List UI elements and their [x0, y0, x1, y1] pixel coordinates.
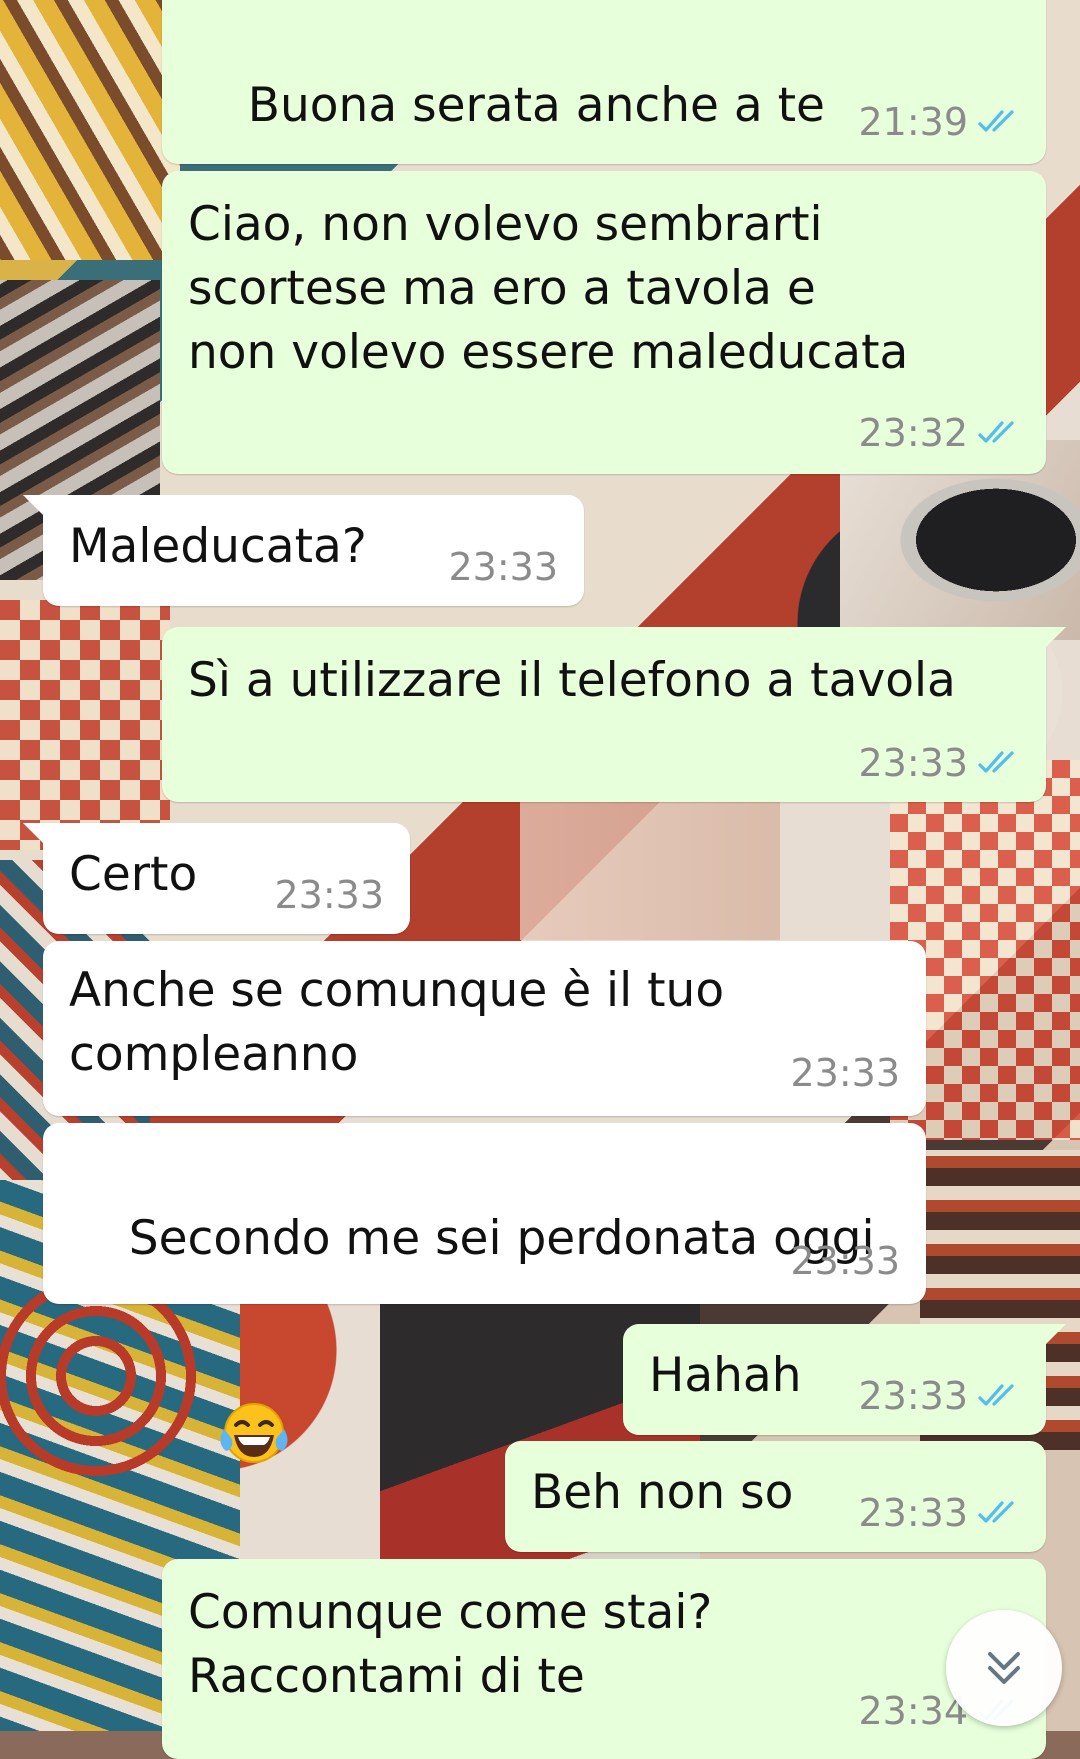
message-time: 23:32 — [858, 411, 968, 455]
tears-of-joy-icon — [129, 1335, 291, 1550]
message-text: Buona serata anche a te — [247, 78, 825, 133]
double-check-read-icon — [978, 110, 1014, 132]
message-time: 21:39 — [858, 100, 968, 144]
message-bubble-incoming[interactable]: Certo 23:33 — [23, 823, 410, 934]
scroll-to-bottom-button[interactable] — [946, 1610, 1062, 1726]
message-time: 23:33 — [448, 545, 558, 589]
message-bubble-outgoing[interactable]: Sì a utilizzare il telefono a tavola 23:… — [162, 627, 1066, 802]
message-bubble-outgoing[interactable]: Hahah 23:33 — [623, 1324, 1066, 1435]
message-text: Comunque come stai? Raccontami di te — [188, 1585, 713, 1704]
message-text: Maleducata? — [69, 519, 367, 574]
message-bubble-outgoing[interactable]: Buona serata anche a te 21:39 — [162, 0, 1046, 267]
double-check-read-icon — [978, 421, 1014, 443]
message-text: Beh non so — [531, 1465, 794, 1520]
message-text: Certo — [69, 847, 198, 902]
double-check-read-icon — [978, 751, 1014, 773]
message-bubble-incoming[interactable]: Anche se comunque è il tuo compleanno 23… — [43, 941, 926, 1116]
message-text: Anche se comunque è il tuo compleanno — [69, 963, 725, 1082]
message-text: Hahah — [649, 1348, 802, 1403]
message-time: 23:33 — [790, 1239, 900, 1283]
message-text: Ciao, non volevo sembrarti scortese ma e… — [188, 197, 909, 380]
message-bubble-outgoing[interactable]: Beh non so 23:33 — [505, 1441, 1046, 1552]
message-time: 23:33 — [858, 1491, 968, 1535]
message-time: 23:33 — [858, 741, 968, 785]
double-check-read-icon — [978, 1501, 1014, 1523]
message-time: 23:33 — [790, 1051, 900, 1095]
message-text: Secondo me sei perdonata oggi — [128, 1211, 875, 1266]
message-bubble-outgoing[interactable]: Ciao, non volevo sembrarti scortese ma e… — [162, 171, 1046, 474]
message-time: 23:34 — [858, 1689, 968, 1733]
message-bubble-outgoing[interactable]: Comunque come stai? Raccontami di te 23:… — [162, 1559, 1046, 1759]
message-time: 23:33 — [274, 873, 384, 917]
message-bubble-incoming[interactable]: Secondo me sei perdonata oggi 23:33 — [43, 1123, 926, 1463]
double-check-read-icon — [978, 1384, 1014, 1406]
message-text: Sì a utilizzare il telefono a tavola — [188, 653, 956, 708]
message-bubble-incoming[interactable]: Maleducata? 23:33 — [23, 495, 584, 606]
message-time: 23:33 — [858, 1374, 968, 1418]
chevron-double-down-icon — [988, 1652, 1020, 1684]
